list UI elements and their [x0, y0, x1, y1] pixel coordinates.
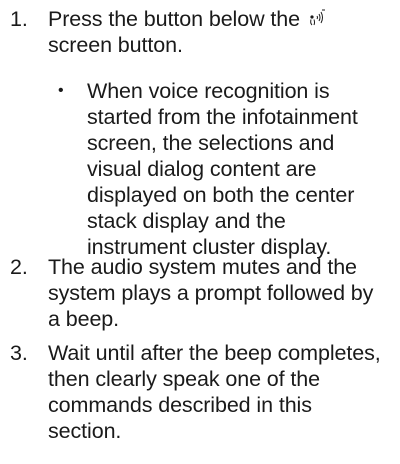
step-number: 1. — [10, 7, 28, 31]
step-text: The audio system mutes and the system pl… — [48, 255, 374, 331]
voice-recognition-icon — [309, 7, 327, 26]
step-number: 3. — [10, 341, 28, 365]
step-text-part: Press the button below the — [48, 7, 300, 31]
bullet-marker: • — [58, 82, 64, 99]
step-text-part: screen button. — [48, 33, 183, 57]
sub-bullet-text: When voice recognition is started from t… — [87, 79, 358, 259]
step-text: Wait until after the beep completes, the… — [48, 341, 381, 443]
step-text: Press the button below the screen button… — [48, 6, 388, 58]
step-number: 2. — [10, 255, 28, 279]
